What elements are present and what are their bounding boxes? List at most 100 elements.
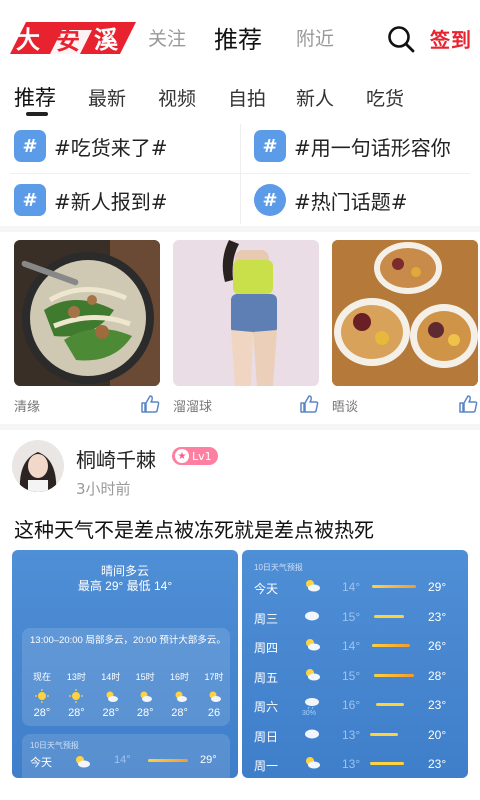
photo-card[interactable]: 晤谈 — [332, 240, 478, 416]
forecast-high: 29° — [200, 754, 217, 766]
temp-range-bar — [370, 762, 404, 765]
sun-cloud-icon — [209, 691, 221, 702]
temp-range-bar — [372, 644, 410, 647]
forecast-low: 14° — [342, 580, 361, 594]
sun-cloud-icon — [76, 756, 90, 768]
card-author: 清缘 — [14, 400, 41, 415]
tab-recommend[interactable]: 推荐 — [14, 82, 56, 112]
temp-range-bar — [370, 732, 398, 736]
tab-selfie[interactable]: 自拍 — [228, 84, 266, 111]
forecast-day: 周一 — [254, 759, 279, 773]
forecast-high: 20° — [428, 727, 447, 742]
search-icon[interactable] — [386, 24, 416, 54]
topic-divider-horizontal — [10, 173, 470, 174]
post-username[interactable]: 桐崎千棘 — [76, 444, 156, 473]
sun-cloud-icon — [306, 757, 320, 769]
forecast-high: 23° — [428, 757, 447, 771]
tab-newcomer[interactable]: 新人 — [296, 84, 334, 111]
tab-video[interactable]: 视频 — [158, 84, 196, 111]
topic-label: #吃货来了# — [54, 135, 168, 160]
post-image-weather-today[interactable]: 晴间多云 最高 29° 最低 14° 13:00–20:00 局部多云，20:0… — [12, 550, 238, 778]
app-logo[interactable]: 大 安 溪 — [4, 18, 140, 58]
post-image-weather-forecast[interactable]: 10日天气预报 今天 14° 29° 周三 15° 23° 周四 14° 26° 周五 15° 28°… — [242, 550, 468, 778]
rain-chance: 30% — [302, 710, 317, 717]
forecast-day: 周四 — [254, 641, 279, 655]
forecast-day: 今天 — [254, 582, 279, 596]
forecast-label: 10日天气预报 — [254, 563, 303, 572]
post-text[interactable]: 这种天气不是差点被冻死就是差点被热死 — [14, 514, 374, 543]
forecast-row: 周六 30% 16° 23° — [254, 692, 458, 720]
forecast-high: 23° — [428, 609, 447, 624]
topic-item[interactable]: # #用一句话形容你 — [254, 124, 451, 168]
forecast-low: 15° — [342, 609, 361, 624]
temp-range-bar — [374, 673, 414, 677]
forecast-day: 周五 — [254, 670, 279, 685]
hour-temp: 28° — [33, 707, 51, 719]
thumbs-up-icon[interactable] — [140, 394, 160, 414]
topic-label: #新人报到# — [54, 189, 168, 214]
topic-label: #热门话题# — [294, 189, 408, 214]
nav-nearby[interactable]: 附近 — [296, 24, 334, 51]
avatar[interactable] — [12, 440, 64, 492]
fashion-photo — [173, 240, 319, 386]
cloud-icon — [305, 729, 319, 738]
top-header: 大 安 溪 关注 推荐 附近 签到 — [0, 0, 480, 76]
forecast-high: 23° — [428, 698, 447, 712]
photo-card[interactable]: 清缘 — [14, 240, 160, 416]
nav-recommend[interactable]: 推荐 — [214, 20, 262, 55]
hashtag-round-icon: # — [254, 184, 286, 216]
forecast-low: 15° — [342, 668, 361, 683]
sun-cloud-icon — [306, 639, 320, 651]
forecast-row: 周三 15° 23° — [254, 604, 458, 632]
weather-hilo: 最高 29° 最低 14° — [77, 579, 173, 593]
forecast-row: 周一 13° 23° — [254, 751, 458, 778]
forecast-day: 周日 — [254, 729, 279, 744]
temp-range-bar — [148, 759, 188, 762]
topic-item[interactable]: # #新人报到# — [14, 178, 168, 222]
nav-follow[interactable]: 关注 — [148, 24, 186, 51]
hashtag-icon: # — [14, 130, 46, 162]
forecast-low: 16° — [342, 698, 361, 712]
forecast-row: 今天 14° 29° — [254, 574, 458, 602]
forecast-high: 26° — [428, 639, 447, 653]
hour-temp: 28° — [136, 707, 154, 719]
hashtag-icon: # — [254, 130, 286, 162]
photo-card[interactable]: 溜溜球 — [173, 240, 319, 416]
temp-range-bar — [372, 585, 416, 588]
topic-label: #用一句话形容你 — [294, 135, 451, 160]
hourly-panel: 13:00–20:00 局部多云，20:00 预计大部多云。 现在 28° 13… — [22, 628, 230, 726]
sun-icon — [69, 689, 84, 703]
topic-item[interactable]: # #热门话题# — [254, 178, 408, 222]
hour-temp: 28° — [171, 707, 188, 719]
sun-cloud-icon — [306, 668, 320, 680]
hour-item: 14时 28° — [95, 670, 127, 719]
hour-temp: 26 — [207, 707, 221, 719]
tab-latest[interactable]: 最新 — [88, 84, 126, 111]
hour-time: 15时 — [135, 672, 155, 682]
topic-item[interactable]: # #吃货来了# — [14, 124, 168, 168]
weather-description: 13:00–20:00 局部多云，20:00 预计大部多云。 — [30, 635, 226, 646]
thumbs-up-icon[interactable] — [458, 394, 478, 414]
forecast-low: 13° — [342, 757, 361, 771]
hour-item: 16时 28° — [164, 670, 196, 719]
cloud-icon — [305, 611, 319, 620]
card-author: 溜溜球 — [173, 400, 213, 415]
forecast-day: 周六 — [254, 700, 279, 714]
section-divider — [0, 226, 480, 232]
hour-item: 17时 26 — [198, 670, 230, 719]
tab-foodie[interactable]: 吃货 — [366, 84, 404, 111]
active-tab-indicator — [26, 112, 48, 116]
forecast-day: 今天 — [30, 757, 52, 769]
sun-cloud-icon — [306, 580, 320, 592]
rain-cloud-icon — [305, 698, 319, 710]
svg-text:溪: 溪 — [94, 26, 119, 54]
signin-button[interactable]: 签到 — [430, 24, 472, 53]
star-icon: ★ — [175, 449, 189, 463]
thumbs-up-icon[interactable] — [299, 394, 319, 414]
noodle-soup-photo — [14, 240, 160, 386]
forecast-high: 29° — [428, 580, 447, 594]
hour-time: 现在 — [32, 672, 51, 682]
forecast-row: 周五 15° 28° — [254, 663, 458, 691]
level-text: Lv1 — [192, 449, 212, 463]
hour-time: 13时 — [66, 672, 86, 682]
